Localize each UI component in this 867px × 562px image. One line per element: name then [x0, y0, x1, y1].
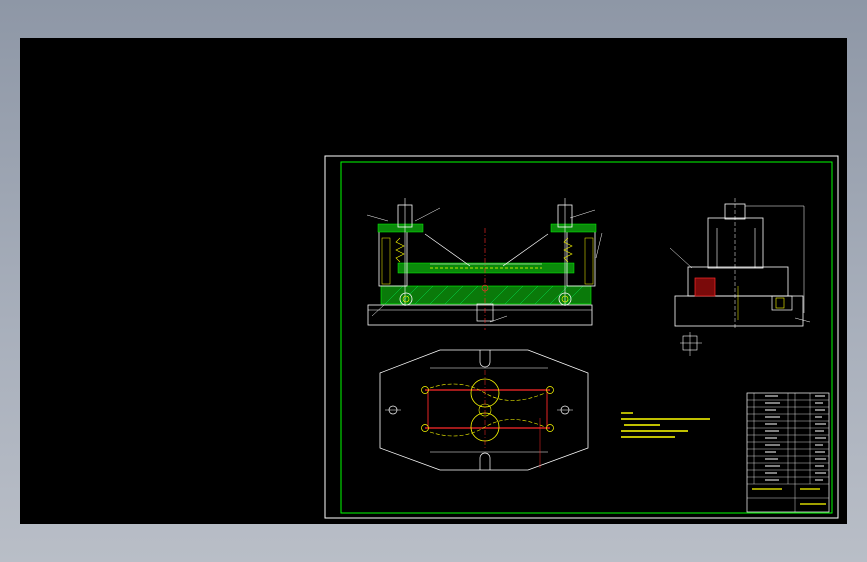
top-view — [379, 349, 589, 471]
side-view — [669, 198, 811, 356]
cad-drawing — [324, 155, 839, 519]
front-section-view — [366, 198, 603, 330]
technical-notes — [621, 412, 710, 438]
clamp-arm-section — [694, 277, 716, 297]
sheet-outer-border — [324, 155, 839, 519]
cad-viewport[interactable] — [20, 38, 847, 524]
parts-list-table — [746, 392, 830, 513]
